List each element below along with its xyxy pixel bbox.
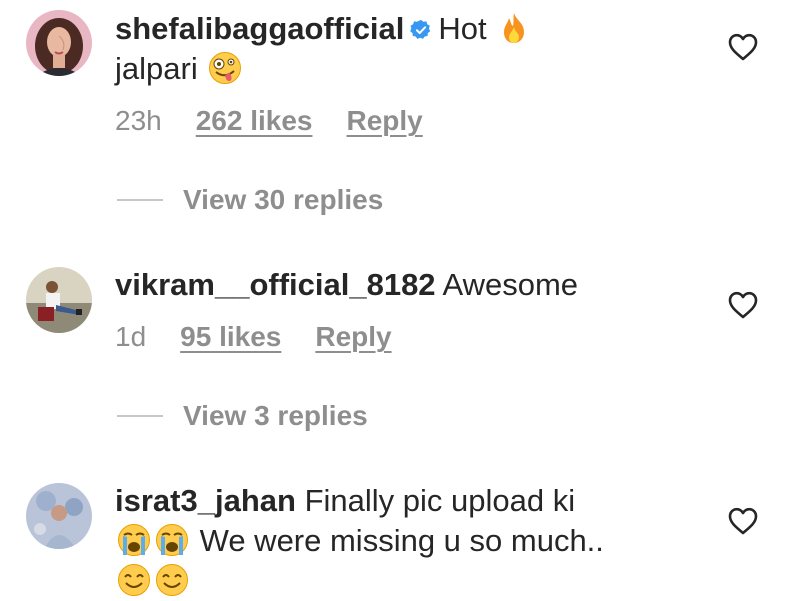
avatar[interactable] bbox=[26, 267, 92, 333]
view-replies-label: View 30 replies bbox=[183, 184, 384, 215]
verified-badge-icon bbox=[410, 11, 432, 39]
comment-timestamp: 23h bbox=[115, 105, 162, 136]
like-heart-icon[interactable] bbox=[728, 33, 758, 61]
comment-body-line2: We were missing u so much.. bbox=[199, 523, 604, 558]
comment-username[interactable]: shefalibaggaofficial bbox=[115, 11, 404, 46]
reply-button[interactable]: Reply bbox=[315, 321, 391, 352]
view-replies-button[interactable]: View 30 replies bbox=[117, 184, 383, 216]
comment-text: vikram__official_8182 Awesome bbox=[115, 265, 715, 305]
fire-emoji-icon bbox=[497, 11, 531, 45]
like-heart-icon[interactable] bbox=[728, 507, 758, 535]
loudly-crying-face-emoji-icon bbox=[155, 523, 189, 557]
comment-text: israt3_jahan Finally pic upload ki We we… bbox=[115, 481, 715, 601]
view-replies-button[interactable]: View 3 replies bbox=[117, 400, 368, 432]
reply-button[interactable]: Reply bbox=[347, 105, 423, 136]
divider-line bbox=[117, 199, 163, 201]
comment-body: Finally pic upload ki bbox=[304, 483, 576, 518]
comment-username[interactable]: vikram__official_8182 bbox=[115, 267, 436, 302]
comment-body-line2: jalpari bbox=[115, 51, 198, 86]
likes-count-link[interactable]: 262 likes bbox=[196, 105, 313, 136]
comment-body: Awesome bbox=[442, 267, 579, 302]
comment-meta: 1d 95 likes Reply bbox=[115, 321, 426, 353]
likes-count-link[interactable]: 95 likes bbox=[180, 321, 281, 352]
smiling-face-emoji-icon bbox=[117, 563, 151, 597]
divider-line bbox=[117, 415, 163, 417]
comment-body: Hot bbox=[438, 11, 487, 46]
avatar[interactable] bbox=[26, 10, 92, 76]
comment-text: shefalibaggaofficial Hot jalpari bbox=[115, 9, 715, 89]
like-heart-icon[interactable] bbox=[728, 291, 758, 319]
comment-timestamp: 1d bbox=[115, 321, 147, 352]
loudly-crying-face-emoji-icon bbox=[117, 523, 151, 557]
zany-face-emoji-icon bbox=[208, 51, 242, 85]
comment-meta: 23h 262 likes Reply bbox=[115, 105, 457, 137]
view-replies-label: View 3 replies bbox=[183, 400, 368, 431]
comment-username[interactable]: israt3_jahan bbox=[115, 483, 296, 518]
smiling-face-emoji-icon bbox=[155, 563, 189, 597]
avatar[interactable] bbox=[26, 483, 92, 549]
